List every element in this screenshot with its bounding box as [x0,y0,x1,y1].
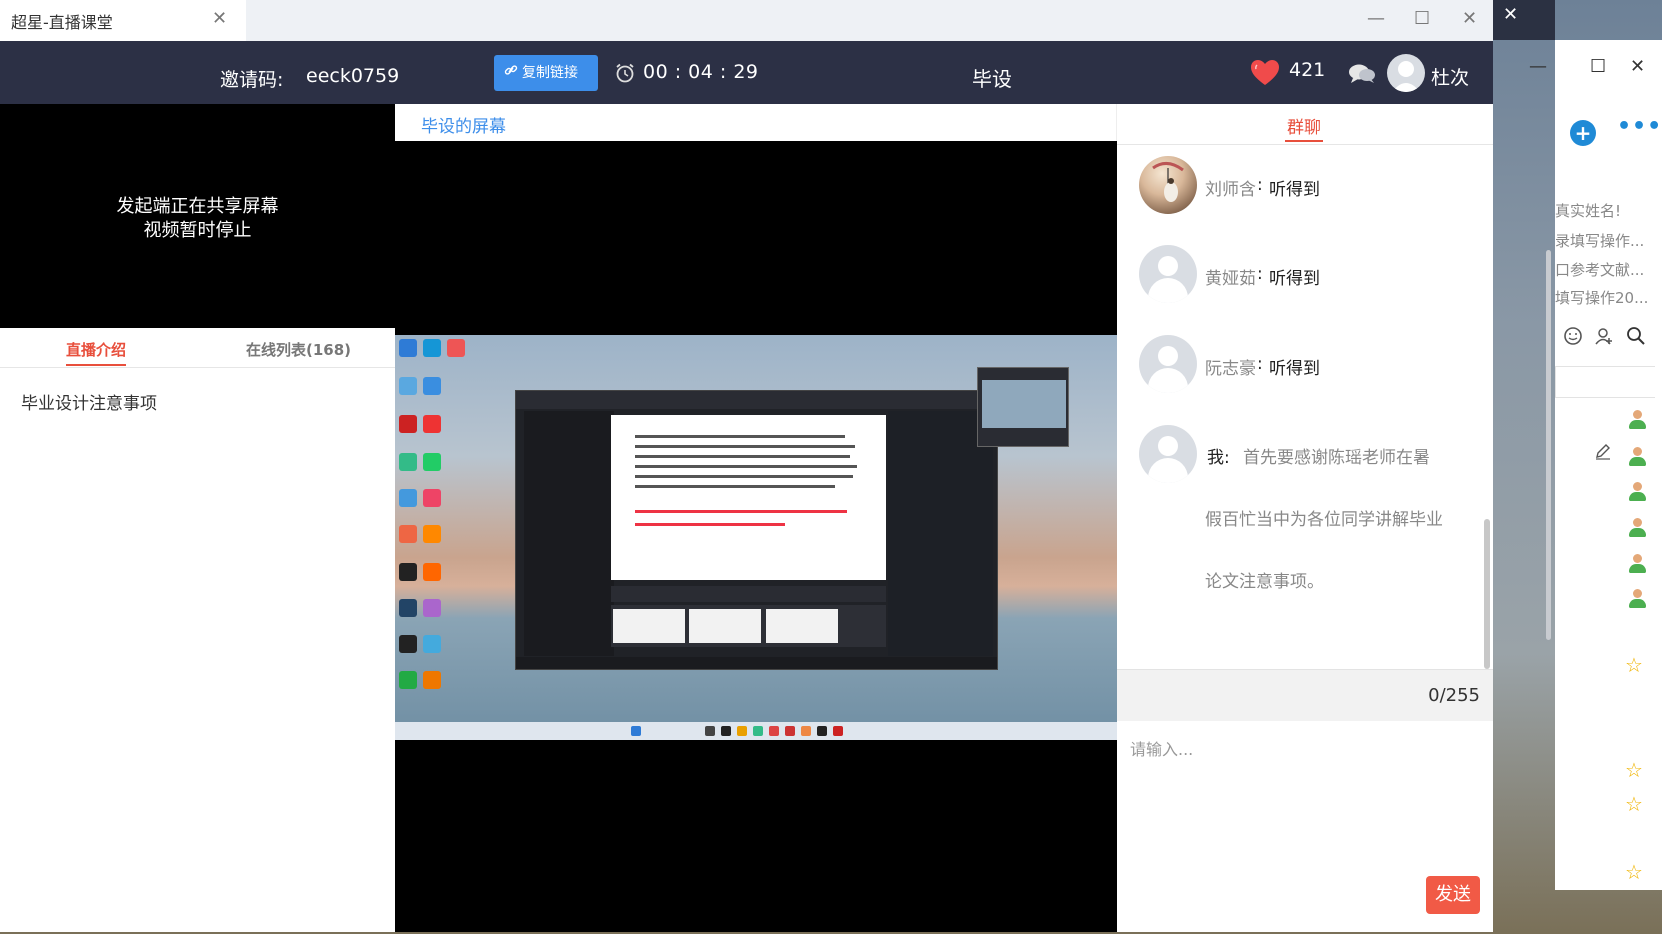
video-paused-message: 视频暂时停止 [143,220,252,241]
chat-input[interactable] [1130,734,1475,764]
message-separator: : [1257,175,1263,195]
background-text-line: 录填写操作... [1555,232,1645,250]
user-icon [1627,409,1647,429]
alarm-clock-icon [614,62,636,84]
tab-online-list[interactable]: 在线列表(168) [246,339,351,360]
shared-screen-label: 毕设的屏幕 [421,117,506,137]
user-icon [1627,517,1647,537]
user-avatar[interactable] [1387,54,1425,92]
user-name: 杜次 [1431,67,1470,89]
active-tab-indicator [66,364,126,366]
self-message-line: 首先要感谢陈瑶老师在暑 [1243,448,1430,468]
background-minimize-icon[interactable]: — [1529,56,1547,77]
divider [1117,144,1493,145]
avatar [1139,245,1197,303]
self-message-line: 假百忙当中为各位同学讲解毕业 [1205,510,1443,530]
active-tab-indicator [1285,140,1323,142]
invite-label: 邀请码: [220,69,284,91]
star-icon: ☆ [1625,792,1643,816]
avatar [1139,156,1197,214]
top-bar: 邀请码: eeck0759 复制链接 00 : 04 : 29 毕设 421 杜… [0,41,1493,104]
background-maximize-icon[interactable]: ☐ [1590,56,1606,77]
shared-screen-area[interactable] [395,141,1117,932]
intro-text: 毕业设计注意事项 [21,394,157,414]
add-icon[interactable]: + [1570,120,1596,146]
screen-share-message: 发起端正在共享屏幕 [116,196,279,217]
message-text: 听得到 [1269,359,1320,379]
background-text-line: 填写操作20... [1555,289,1649,307]
emoji-icon[interactable] [1563,326,1583,351]
search-icon[interactable] [1626,326,1646,351]
left-tabs: 直播介绍 在线列表(168) [0,328,395,368]
self-message-line: 论文注意事项。 [1205,572,1324,592]
user-icon [1627,481,1647,501]
live-timer: 00 : 04 : 29 [643,61,759,83]
chat-panel: 群聊 刘师含 : 听得到 黄娅茹 : 听得到 阮志豪 : 听得到 我: 首先要感… [1117,104,1493,932]
minimize-button[interactable]: — [1367,8,1385,29]
title-bar: 超星-直播课堂 ✕ — ☐ ✕ [0,0,1493,41]
screen-label-bar: 毕设的屏幕 [395,104,1117,141]
heart-icon[interactable] [1250,59,1280,87]
teacher-video-area: 发起端正在共享屏幕 视频暂时停止 [0,104,395,328]
counter-bar: 0/255 [1117,669,1493,721]
user-icon [1627,553,1647,573]
send-button[interactable]: 发送 [1426,876,1480,914]
copy-link-label: 复制链接 [522,65,578,81]
tab-close-icon[interactable]: ✕ [212,8,227,29]
background-text-line: 真实姓名! [1555,202,1622,220]
user-icon [1627,446,1647,466]
tab-group-chat[interactable]: 群聊 [1287,113,1321,138]
shared-app-window [515,390,998,670]
course-name: 毕设 [972,67,1012,91]
star-icon: ☆ [1625,653,1643,677]
add-user-icon[interactable] [1594,326,1614,351]
shared-mini-window [977,367,1069,447]
shared-screen-image [395,335,1117,740]
live-classroom-window: 超星-直播课堂 ✕ — ☐ ✕ 邀请码: eeck0759 复制链接 00 : … [0,0,1493,932]
link-icon [504,55,520,91]
star-icon: ☆ [1625,860,1643,884]
message-separator: : [1257,264,1263,284]
maximize-button[interactable]: ☐ [1414,8,1430,29]
likes-count: 421 [1289,59,1326,81]
background-text-line: 口参考文献... [1555,261,1645,279]
self-message-label: 我: [1207,448,1230,468]
message-sender: 黄娅茹 [1205,269,1256,289]
avatar [1139,335,1197,393]
message-sender: 刘师含 [1205,180,1256,200]
shared-taskbar [395,722,1117,740]
close-button[interactable]: ✕ [1462,8,1477,29]
character-counter: 0/255 [1428,685,1480,706]
user-icon [1627,588,1647,608]
background-scrollbar[interactable] [1546,250,1551,640]
tab-live-intro[interactable]: 直播介绍 [66,339,126,360]
background-search-box[interactable] [1555,366,1655,398]
background-close-icon[interactable]: ✕ [1503,4,1518,25]
message-sender: 阮志豪 [1205,359,1256,379]
chat-scrollbar[interactable] [1484,519,1490,669]
tab-title: 超星-直播课堂 [11,13,113,32]
chat-bubbles-icon[interactable] [1348,63,1376,85]
invite-code: eeck0759 [306,65,400,87]
window-tab[interactable]: 超星-直播课堂 ✕ [0,0,246,41]
message-text: 听得到 [1269,180,1320,200]
more-icon[interactable]: ••• [1617,114,1662,139]
star-icon: ☆ [1625,758,1643,782]
edit-icon[interactable] [1594,442,1612,464]
background-close-icon-2[interactable]: ✕ [1630,56,1645,77]
message-separator: : [1257,354,1263,374]
message-text: 听得到 [1269,269,1320,289]
copy-link-button[interactable]: 复制链接 [494,55,598,91]
avatar [1139,425,1197,483]
